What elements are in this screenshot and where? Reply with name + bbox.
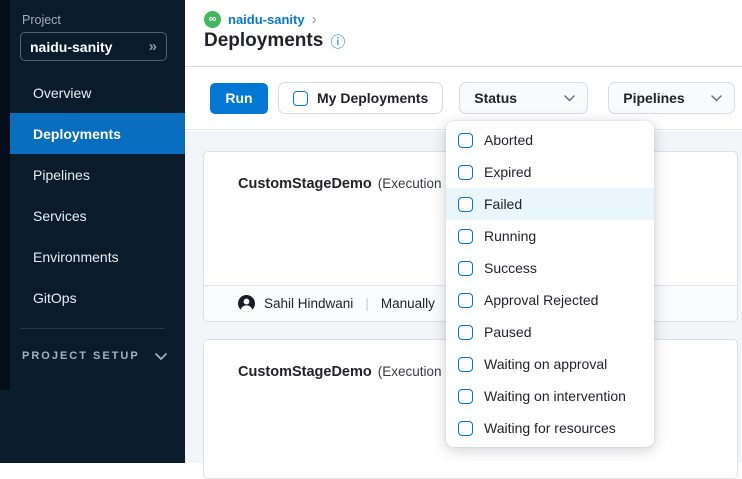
option-label: Failed — [484, 196, 522, 212]
option-checkbox[interactable] — [458, 197, 473, 212]
option-checkbox[interactable] — [458, 165, 473, 180]
double-chevron-icon[interactable]: » — [149, 38, 157, 55]
option-label: Expired — [484, 164, 531, 180]
pipelines-filter-label: Pipelines — [623, 90, 684, 106]
pipelines-filter-dropdown[interactable]: Pipelines — [608, 82, 735, 114]
sidebar-item-gitops[interactable]: GitOps — [10, 277, 185, 318]
project-setup-label: PROJECT SETUP — [22, 350, 140, 362]
project-name: naidu-sanity — [30, 39, 112, 55]
project-selector[interactable]: naidu-sanity » — [20, 32, 167, 61]
status-option-aborted[interactable]: Aborted — [446, 124, 654, 156]
option-label: Waiting on intervention — [484, 388, 626, 404]
info-icon[interactable]: ⓘ — [330, 31, 345, 52]
run-button[interactable]: Run — [210, 83, 268, 114]
option-checkbox[interactable] — [458, 357, 473, 372]
status-option-success[interactable]: Success — [446, 252, 654, 284]
breadcrumb-project-link[interactable]: naidu-sanity — [228, 12, 305, 27]
option-checkbox[interactable] — [458, 325, 473, 340]
pipeline-name[interactable]: CustomStageDemo — [238, 364, 372, 380]
chevron-down-icon — [155, 353, 167, 360]
status-option-failed[interactable]: Failed — [446, 188, 654, 220]
status-options-menu: Aborted Expired Failed Running Success A… — [446, 121, 654, 447]
title-row: Deployments ⓘ — [204, 30, 345, 52]
project-sidebar: Project naidu-sanity » Overview Deployme… — [0, 0, 185, 463]
sidebar-item-deployments[interactable]: Deployments — [10, 113, 185, 154]
sidebar-item-label: Environments — [33, 249, 119, 265]
cd-module-icon: ∞ — [204, 11, 221, 28]
pipeline-name[interactable]: CustomStageDemo — [238, 176, 372, 192]
status-filter-label: Status — [474, 90, 517, 106]
user-avatar-icon — [238, 295, 255, 312]
option-checkbox[interactable] — [458, 133, 473, 148]
trigger-author: Sahil Hindwani — [264, 296, 353, 311]
sidebar-item-environments[interactable]: Environments — [10, 236, 185, 277]
sidebar-item-pipelines[interactable]: Pipelines — [10, 154, 185, 195]
status-option-expired[interactable]: Expired — [446, 156, 654, 188]
option-checkbox[interactable] — [458, 293, 473, 308]
option-label: Approval Rejected — [484, 292, 598, 308]
status-option-waiting-for-resources[interactable]: Waiting for resources — [446, 412, 654, 444]
option-checkbox[interactable] — [458, 389, 473, 404]
status-option-approval-rejected[interactable]: Approval Rejected — [446, 284, 654, 316]
page-title: Deployments — [204, 30, 323, 52]
option-checkbox[interactable] — [458, 421, 473, 436]
sidebar-item-label: Pipelines — [33, 167, 90, 183]
project-setup-toggle[interactable]: PROJECT SETUP — [22, 350, 167, 362]
my-deployments-toggle[interactable]: My Deployments — [278, 82, 443, 114]
sidebar-item-label: Overview — [33, 85, 91, 101]
option-label: Running — [484, 228, 536, 244]
chevron-down-icon — [564, 95, 575, 102]
execution-id-text: (Execution Id — [378, 176, 457, 191]
footer-separator: | — [365, 296, 369, 311]
sidebar-item-label: GitOps — [33, 290, 77, 306]
sidebar-divider — [20, 328, 165, 329]
status-option-running[interactable]: Running — [446, 220, 654, 252]
breadcrumb: ∞ naidu-sanity › — [204, 11, 317, 28]
option-label: Waiting on approval — [484, 356, 607, 372]
option-label: Aborted — [484, 132, 533, 148]
sidebar-item-services[interactable]: Services — [10, 195, 185, 236]
status-option-waiting-on-approval[interactable]: Waiting on approval — [446, 348, 654, 380]
page-header: ∞ naidu-sanity › Deployments ⓘ — [185, 0, 742, 67]
status-option-waiting-on-intervention[interactable]: Waiting on intervention — [446, 380, 654, 412]
sidebar-item-overview[interactable]: Overview — [10, 72, 185, 113]
chevron-down-icon — [711, 95, 722, 102]
my-deployments-label: My Deployments — [317, 90, 428, 106]
option-label: Paused — [484, 324, 531, 340]
chevron-right-icon: › — [312, 12, 317, 27]
option-checkbox[interactable] — [458, 261, 473, 276]
option-checkbox[interactable] — [458, 229, 473, 244]
trigger-type: Manually — [381, 296, 435, 311]
sidebar-item-label: Services — [33, 208, 87, 224]
project-label: Project — [22, 13, 61, 27]
option-label: Success — [484, 260, 537, 276]
option-label: Waiting for resources — [484, 420, 616, 436]
my-deployments-checkbox[interactable] — [293, 91, 308, 106]
sidebar-nav: Overview Deployments Pipelines Services … — [0, 72, 185, 318]
status-filter-dropdown[interactable]: Status — [459, 82, 588, 114]
sidebar-item-label: Deployments — [33, 126, 121, 142]
status-option-paused[interactable]: Paused — [446, 316, 654, 348]
execution-id-text: (Execution Id — [378, 364, 457, 379]
